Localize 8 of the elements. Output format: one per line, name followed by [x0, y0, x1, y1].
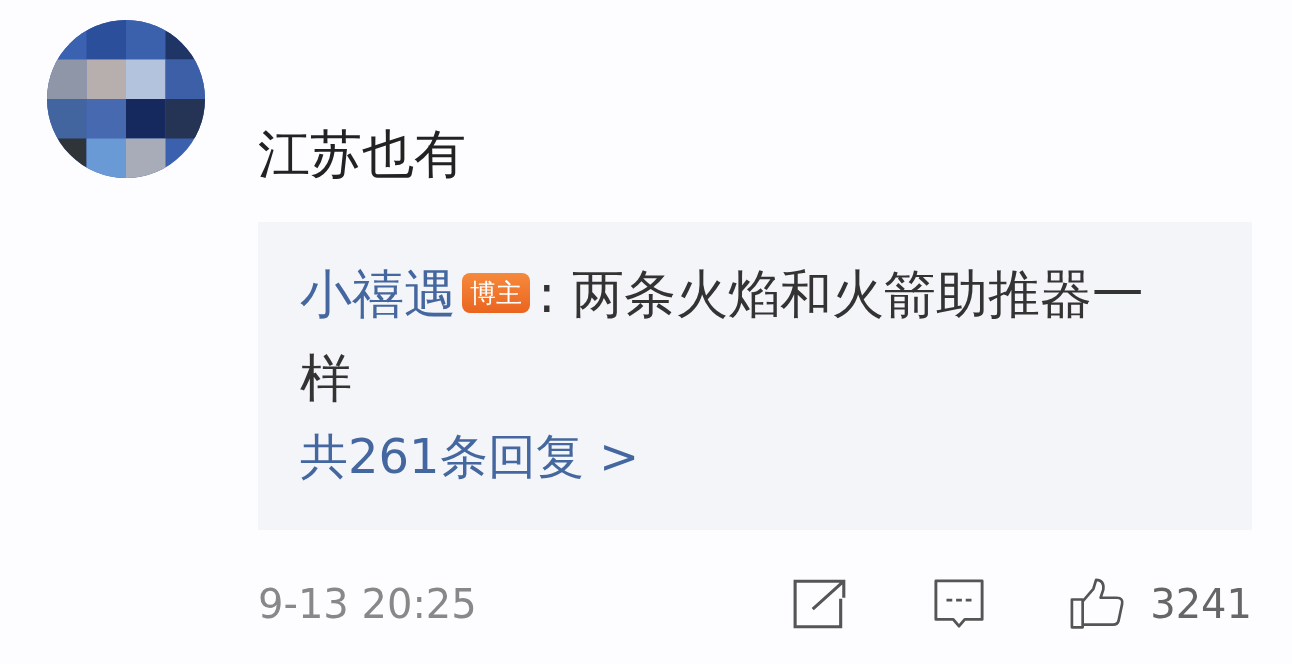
author-badge: 博主 — [462, 273, 530, 313]
comment-time: 9-13 20:25 — [258, 581, 477, 627]
comment-text: 江苏也有 — [258, 124, 467, 184]
thumbs-up-icon[interactable] — [1068, 578, 1127, 630]
reply-text: 小禧遇 博主 : 两条火焰和火箭助推器一样 — [300, 263, 1146, 410]
more-replies-link[interactable]: 共261条回复 > — [300, 426, 640, 486]
like-count: 3241 — [1150, 581, 1252, 627]
reply-author-link[interactable]: 小禧遇 — [300, 264, 456, 324]
